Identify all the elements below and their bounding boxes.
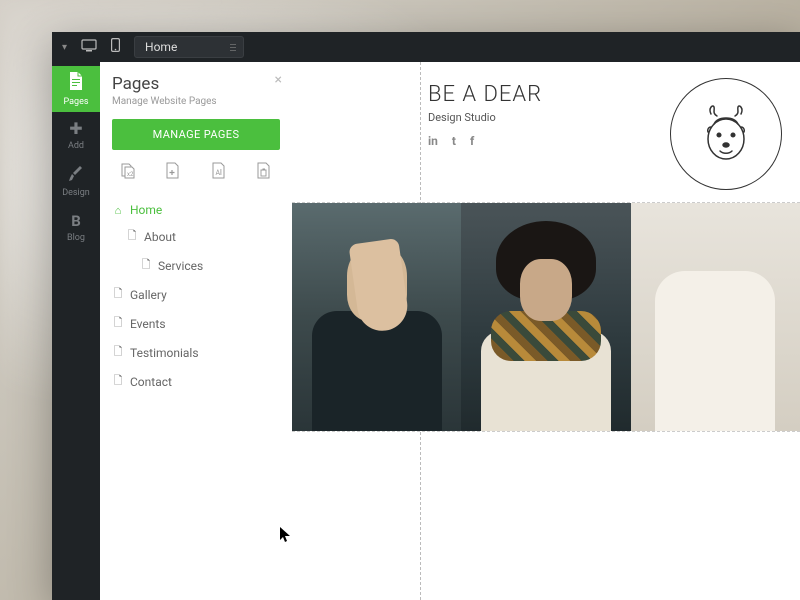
tree-node-about[interactable]: 🗋About xyxy=(112,222,280,251)
gallery-photo-3[interactable] xyxy=(631,203,800,431)
mobile-view-icon[interactable] xyxy=(111,38,120,56)
sidebar-item-design[interactable]: Design xyxy=(52,158,100,204)
facebook-icon[interactable]: f xyxy=(470,134,474,148)
delete-page-icon[interactable] xyxy=(252,162,276,184)
canvas-preview[interactable]: BE A DEAR Design Studio in t f xyxy=(292,62,800,600)
page-tools-row: x2 A xyxy=(112,162,280,184)
file-icon: 🗋 xyxy=(112,372,124,391)
file-icon: 🗋 xyxy=(126,227,138,246)
tumblr-icon[interactable]: t xyxy=(452,134,456,148)
top-toolbar: ▾ Home xyxy=(52,32,800,62)
tree-node-events[interactable]: 🗋Events xyxy=(112,309,280,338)
tree-node-gallery[interactable]: 🗋Gallery xyxy=(112,280,280,309)
page-icon xyxy=(68,72,84,94)
sidebar-label: Pages xyxy=(64,97,89,107)
svg-text:A: A xyxy=(215,169,220,177)
sidebar-item-add[interactable]: ✚ Add xyxy=(52,112,100,158)
sidebar-item-pages[interactable]: Pages xyxy=(52,66,100,112)
duplicate-page-icon[interactable]: x2 xyxy=(116,162,140,184)
desktop-view-icon[interactable] xyxy=(81,39,97,56)
left-sidebar: Pages ✚ Add Design B Blog xyxy=(52,62,100,600)
add-page-icon[interactable] xyxy=(161,162,185,184)
svg-text:x2: x2 xyxy=(127,171,134,178)
sidebar-item-blog[interactable]: B Blog xyxy=(52,204,100,250)
file-icon: 🗋 xyxy=(112,285,124,304)
panel-title: Pages xyxy=(112,74,280,94)
page-selector[interactable]: Home xyxy=(134,36,244,58)
cursor-icon xyxy=(280,527,292,547)
pages-panel: × Pages Manage Website Pages MANAGE PAGE… xyxy=(100,62,292,600)
close-icon[interactable]: × xyxy=(275,72,282,88)
brush-icon xyxy=(69,165,83,185)
deer-logo xyxy=(670,78,782,190)
file-icon: 🗋 xyxy=(112,343,124,362)
home-icon: ⌂ xyxy=(112,204,124,217)
linkedin-icon[interactable]: in xyxy=(428,134,438,148)
toolbar-dropdown-icon[interactable]: ▾ xyxy=(62,42,67,53)
sidebar-label: Blog xyxy=(67,233,85,243)
gallery-photo-2[interactable] xyxy=(461,203,630,431)
tree-node-testimonials[interactable]: 🗋Testimonials xyxy=(112,338,280,367)
file-icon: 🗋 xyxy=(140,256,152,275)
page-tree: ⌂Home 🗋About 🗋Services 🗋Gallery 🗋Events … xyxy=(112,198,280,396)
rename-page-icon[interactable]: A xyxy=(207,162,231,184)
sidebar-label: Add xyxy=(68,141,84,151)
file-icon: 🗋 xyxy=(112,314,124,333)
tree-node-contact[interactable]: 🗋Contact xyxy=(112,367,280,396)
sidebar-label: Design xyxy=(62,188,90,198)
panel-subtitle: Manage Website Pages xyxy=(112,96,280,107)
app-window: ▾ Home Pages ✚ Add Design xyxy=(52,32,800,600)
tree-node-home[interactable]: ⌂Home xyxy=(112,198,280,222)
manage-pages-button[interactable]: MANAGE PAGES xyxy=(112,119,280,150)
blog-icon: B xyxy=(71,212,81,230)
image-gallery xyxy=(292,202,800,432)
plus-icon: ✚ xyxy=(69,119,82,138)
tree-node-services[interactable]: 🗋Services xyxy=(112,251,280,280)
gallery-photo-1[interactable] xyxy=(292,203,461,431)
